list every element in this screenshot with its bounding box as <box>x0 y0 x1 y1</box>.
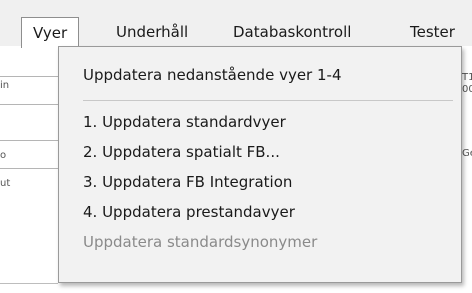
menu-item-update-standard-views[interactable]: 1. Uppdatera standardvyer <box>83 109 286 135</box>
menu-item-update-performance-views[interactable]: 4. Uppdatera prestandavyer <box>83 199 295 225</box>
menu-underhall[interactable]: Underhåll <box>106 18 198 47</box>
background-window: in o ut <box>0 46 60 293</box>
menu-tester[interactable]: Tester <box>400 18 465 47</box>
background-text: ut <box>0 178 11 189</box>
background-text: in <box>0 80 10 91</box>
divider <box>0 168 58 169</box>
divider <box>0 76 58 77</box>
vyer-dropdown-menu: Uppdatera nedanstående vyer 1-4 1. Uppda… <box>58 46 462 283</box>
menu-separator <box>83 100 453 101</box>
menu-bar: Vyer Underhåll Databaskontroll Tester <box>0 0 472 48</box>
menu-item-update-fb-integration[interactable]: 3. Uppdatera FB Integration <box>83 169 292 195</box>
background-text: T1 <box>462 72 472 83</box>
background-text: 00 <box>462 84 472 95</box>
menu-item-update-views-1-4[interactable]: Uppdatera nedanstående vyer 1-4 <box>83 62 342 88</box>
menu-databaskontroll[interactable]: Databaskontroll <box>223 18 361 47</box>
menu-item-update-standard-synonyms: Uppdatera standardsynonymer <box>83 233 318 251</box>
background-text: Ge <box>462 148 472 159</box>
menu-vyer[interactable]: Vyer <box>21 17 80 48</box>
divider <box>0 140 58 141</box>
divider <box>0 283 58 284</box>
divider <box>0 104 58 105</box>
menu-item-update-spatial-fb[interactable]: 2. Uppdatera spatialt FB... <box>83 139 280 165</box>
background-text: o <box>0 150 7 161</box>
